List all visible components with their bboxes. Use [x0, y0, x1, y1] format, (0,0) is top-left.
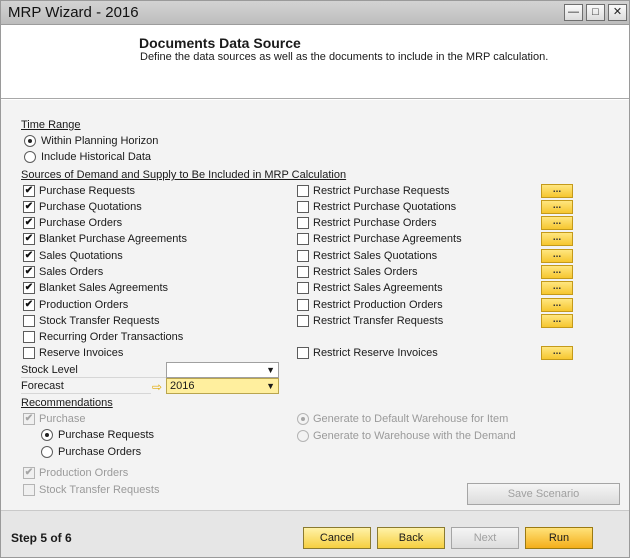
restrict-sales-quotations-button[interactable]: ...	[541, 249, 573, 263]
restrict-purchase-orders-label: Restrict Purchase Orders	[313, 217, 437, 229]
stock-transfer-requests-label: Stock Transfer Requests	[39, 315, 160, 327]
step-indicator: Step 5 of 6	[11, 531, 72, 545]
default-warehouse-radio[interactable]	[297, 413, 309, 425]
time-range-heading: Time Range	[21, 119, 81, 131]
restrict-sales-agreements-label: Restrict Sales Agreements	[313, 282, 443, 294]
purchase-orders-radio-label: Purchase Orders	[58, 446, 142, 458]
purchase-recommendation-checkbox[interactable]	[23, 413, 35, 425]
blanket-purchase-agreements-checkbox[interactable]	[23, 233, 35, 245]
restrict-purchase-agreements-button[interactable]: ...	[541, 232, 573, 246]
recommendations-heading: Recommendations	[21, 397, 113, 409]
cancel-button[interactable]: Cancel	[303, 527, 371, 549]
purchase-quotations-checkbox[interactable]	[23, 201, 35, 213]
wizard-footer: Step 5 of 6 Cancel Back Next Run	[1, 510, 629, 557]
restrict-reserve-invoices-button[interactable]: ...	[541, 346, 573, 360]
step-title: Documents Data Source	[139, 35, 301, 51]
stock-transfer-recommendation-checkbox[interactable]	[23, 484, 35, 496]
blanket-purchase-agreements-label: Blanket Purchase Agreements	[39, 233, 187, 245]
restrict-sales-orders-button[interactable]: ...	[541, 265, 573, 279]
purchase-requests-label: Purchase Requests	[39, 185, 135, 197]
restrict-purchase-orders-button[interactable]: ...	[541, 216, 573, 230]
blanket-sales-agreements-checkbox[interactable]	[23, 282, 35, 294]
run-button[interactable]: Run	[525, 527, 593, 549]
step-description: Define the data sources as well as the d…	[140, 51, 549, 63]
purchase-requests-radio-label: Purchase Requests	[58, 429, 154, 441]
restrict-production-orders-button[interactable]: ...	[541, 298, 573, 312]
restrict-transfer-requests-label: Restrict Transfer Requests	[313, 315, 444, 327]
sales-orders-label: Sales Orders	[39, 266, 104, 278]
restrict-purchase-quotations-button[interactable]: ...	[541, 200, 573, 214]
minimize-icon[interactable]: —	[564, 4, 583, 21]
purchase-orders-checkbox[interactable]	[23, 217, 35, 229]
purchase-recommendation-label: Purchase	[39, 413, 86, 425]
sales-quotations-label: Sales Quotations	[39, 250, 123, 262]
purchase-quotations-label: Purchase Quotations	[39, 201, 142, 213]
include-historical-data-radio[interactable]	[24, 151, 36, 163]
stock-transfer-requests-checkbox[interactable]	[23, 315, 35, 327]
restrict-production-orders-checkbox[interactable]	[297, 299, 309, 311]
restrict-purchase-quotations-checkbox[interactable]	[297, 201, 309, 213]
restrict-purchase-quotations-label: Restrict Purchase Quotations	[313, 201, 457, 213]
forecast-select[interactable]: 2016 ▼	[166, 378, 279, 394]
restrict-purchase-orders-checkbox[interactable]	[297, 217, 309, 229]
restrict-production-orders-label: Restrict Production Orders	[313, 299, 443, 311]
maximize-icon[interactable]: □	[586, 4, 605, 21]
documents-data-source-form: Time Range Within Planning Horizon Inclu…	[1, 100, 629, 510]
purchase-orders-radio[interactable]	[41, 446, 53, 458]
recurring-order-transactions-label: Recurring Order Transactions	[39, 331, 184, 343]
stock-transfer-recommendation-label: Stock Transfer Requests	[39, 484, 160, 496]
purchase-orders-label: Purchase Orders	[39, 217, 123, 229]
link-arrow-icon[interactable]: ⇨	[152, 381, 164, 393]
restrict-transfer-requests-button[interactable]: ...	[541, 314, 573, 328]
within-planning-horizon-radio[interactable]	[24, 135, 36, 147]
reserve-invoices-label: Reserve Invoices	[39, 347, 124, 359]
restrict-purchase-requests-label: Restrict Purchase Requests	[313, 185, 450, 197]
production-orders-checkbox[interactable]	[23, 299, 35, 311]
next-button[interactable]: Next	[451, 527, 519, 549]
demand-warehouse-radio[interactable]	[297, 430, 309, 442]
forecast-label: Forecast	[21, 380, 64, 392]
mrp-wizard-window: MRP Wizard - 2016 — □ ✕ Documents Data S…	[0, 0, 630, 558]
blanket-sales-agreements-label: Blanket Sales Agreements	[39, 282, 169, 294]
save-scenario-button[interactable]: Save Scenario	[467, 483, 620, 505]
restrict-sales-quotations-label: Restrict Sales Quotations	[313, 250, 438, 262]
restrict-sales-quotations-checkbox[interactable]	[297, 250, 309, 262]
chevron-down-icon: ▼	[266, 365, 275, 375]
title-bar: MRP Wizard - 2016 — □ ✕	[1, 1, 629, 25]
production-orders-label: Production Orders	[39, 299, 129, 311]
restrict-transfer-requests-checkbox[interactable]	[297, 315, 309, 327]
stock-level-select[interactable]: ▼	[166, 362, 279, 378]
close-icon[interactable]: ✕	[608, 4, 627, 21]
default-warehouse-label: Generate to Default Warehouse for Item	[313, 413, 509, 425]
restrict-sales-orders-label: Restrict Sales Orders	[313, 266, 418, 278]
restrict-sales-orders-checkbox[interactable]	[297, 266, 309, 278]
forecast-value: 2016	[170, 380, 195, 392]
stock-level-label: Stock Level	[21, 364, 78, 376]
restrict-sales-agreements-button[interactable]: ...	[541, 281, 573, 295]
restrict-sales-agreements-checkbox[interactable]	[297, 282, 309, 294]
include-historical-data-label: Include Historical Data	[41, 151, 152, 163]
restrict-reserve-invoices-label: Restrict Reserve Invoices	[313, 347, 438, 359]
step-header: Documents Data Source Define the data so…	[1, 26, 629, 96]
restrict-purchase-agreements-label: Restrict Purchase Agreements	[313, 233, 462, 245]
sales-orders-checkbox[interactable]	[23, 266, 35, 278]
restrict-purchase-requests-button[interactable]: ...	[541, 184, 573, 198]
reserve-invoices-checkbox[interactable]	[23, 347, 35, 359]
sources-heading: Sources of Demand and Supply to Be Inclu…	[21, 169, 347, 181]
purchase-requests-radio[interactable]	[41, 429, 53, 441]
production-orders-recommendation-label: Production Orders	[39, 467, 129, 479]
within-planning-horizon-label: Within Planning Horizon	[41, 135, 159, 147]
purchase-requests-checkbox[interactable]	[23, 185, 35, 197]
demand-warehouse-label: Generate to Warehouse with the Demand	[313, 430, 516, 442]
restrict-purchase-requests-checkbox[interactable]	[297, 185, 309, 197]
recurring-order-transactions-checkbox[interactable]	[23, 331, 35, 343]
chevron-down-icon: ▼	[266, 381, 275, 391]
restrict-reserve-invoices-checkbox[interactable]	[297, 347, 309, 359]
restrict-purchase-agreements-checkbox[interactable]	[297, 233, 309, 245]
back-button[interactable]: Back	[377, 527, 445, 549]
production-orders-recommendation-checkbox[interactable]	[23, 467, 35, 479]
window-title: MRP Wizard - 2016	[8, 4, 139, 21]
sales-quotations-checkbox[interactable]	[23, 250, 35, 262]
